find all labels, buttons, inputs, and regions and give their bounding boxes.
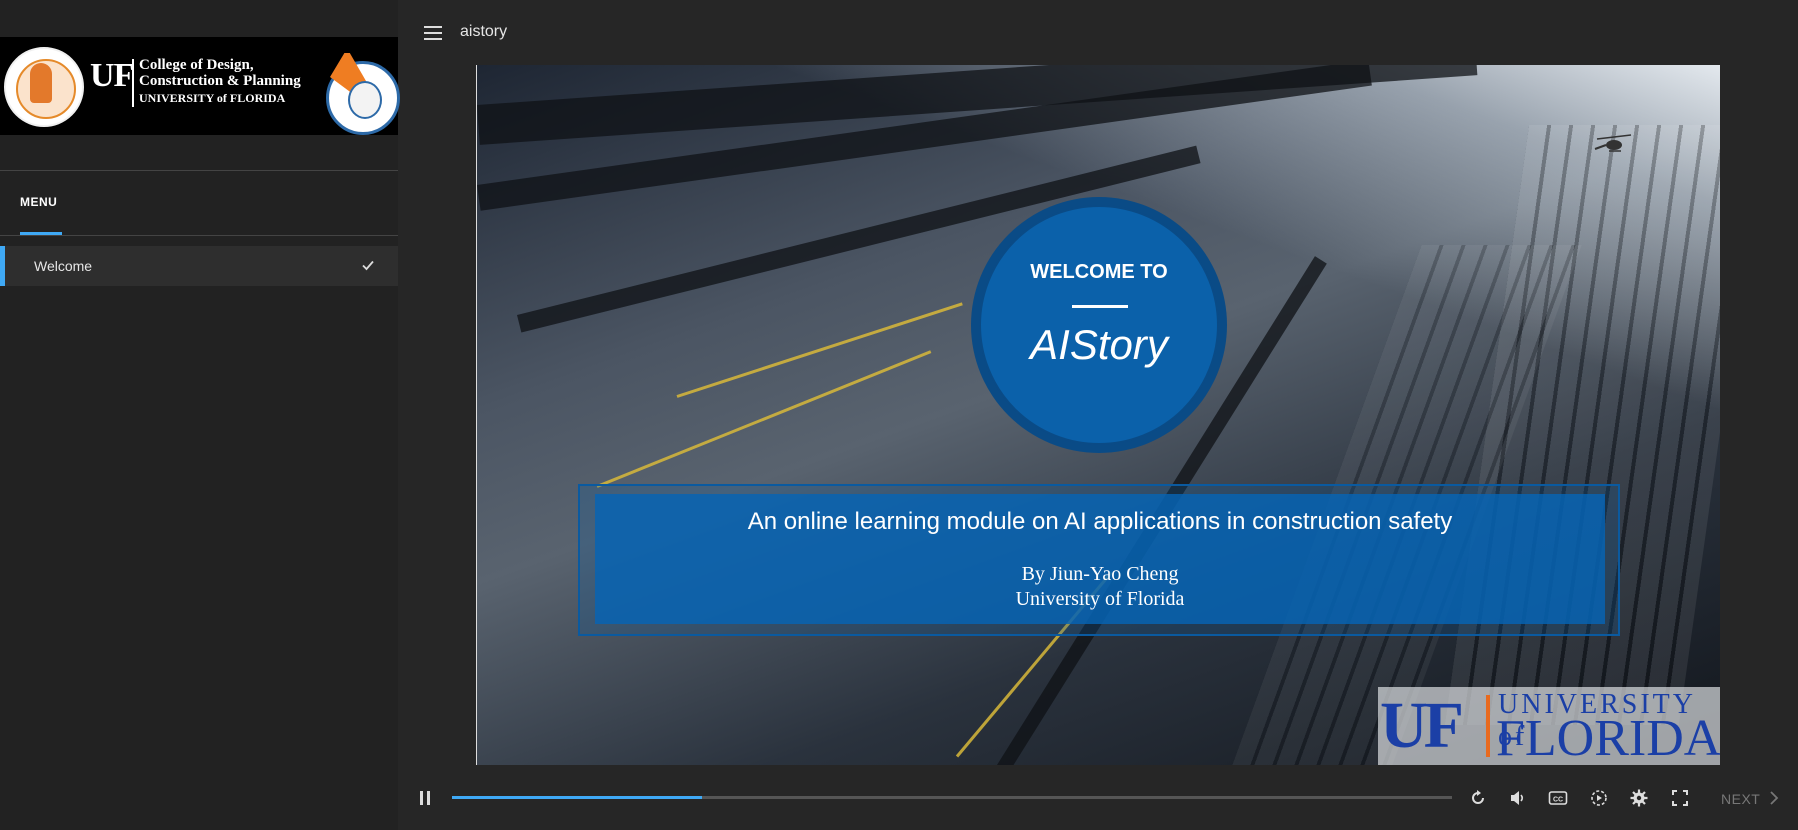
slide-subtitle: An online learning module on AI applicat…: [747, 508, 1453, 535]
volume-icon[interactable]: [1508, 788, 1528, 808]
sidebar-divider: [0, 170, 398, 171]
welcome-heading: WELCOME TO: [1030, 261, 1168, 283]
playback-bar: CC NEXT: [398, 770, 1798, 830]
playback-speed-icon[interactable]: [1589, 788, 1609, 808]
safety-seal-logo: [4, 47, 84, 127]
info-panel: An online learning module on AI applicat…: [595, 494, 1605, 624]
svg-text:CC: CC: [1553, 797, 1563, 804]
pause-icon[interactable]: [420, 791, 432, 805]
menu-heading: MENU: [20, 195, 58, 209]
welcome-divider: [1072, 305, 1128, 308]
sidebar-item-label: Welcome: [34, 258, 93, 274]
check-icon: [362, 260, 374, 271]
progress-fill: [452, 796, 702, 799]
sidebar: UF College of Design, Construction & Pla…: [0, 0, 400, 830]
sidebar-divider: [0, 235, 398, 236]
construction-seal-logo: [324, 53, 400, 135]
next-button[interactable]: NEXT: [1721, 791, 1760, 807]
author-organization: University of Florida: [1015, 588, 1185, 610]
settings-icon[interactable]: [1629, 788, 1649, 808]
chevron-right-icon[interactable]: [1768, 789, 1780, 807]
fullscreen-icon[interactable]: [1670, 788, 1690, 808]
welcome-badge: WELCOME TO AIStory: [971, 197, 1227, 453]
uf-logo-mark: UF: [90, 57, 134, 94]
helicopter-icon: [1594, 134, 1632, 152]
replay-icon[interactable]: [1468, 788, 1488, 808]
sidebar-item-welcome[interactable]: Welcome: [0, 246, 398, 286]
progress-bar[interactable]: [452, 796, 1452, 799]
top-bar: aistory: [398, 0, 1798, 64]
university-of-florida-logo: UF UNIVERSITY of FLORIDA: [1378, 687, 1720, 765]
author-name: By Jiun-Yao Cheng: [1021, 563, 1179, 585]
brand-title: AIStory: [1030, 321, 1168, 368]
captions-icon[interactable]: CC: [1548, 788, 1568, 808]
hamburger-menu-icon[interactable]: [424, 26, 442, 40]
logo-divider: [132, 59, 134, 107]
college-logo-banner: UF College of Design, Construction & Pla…: [0, 37, 400, 135]
college-name: College of Design, Construction & Planni…: [139, 57, 301, 105]
slide-canvas: WELCOME TO AIStory An online learning mo…: [476, 65, 1720, 765]
course-title: aistory: [460, 23, 508, 40]
